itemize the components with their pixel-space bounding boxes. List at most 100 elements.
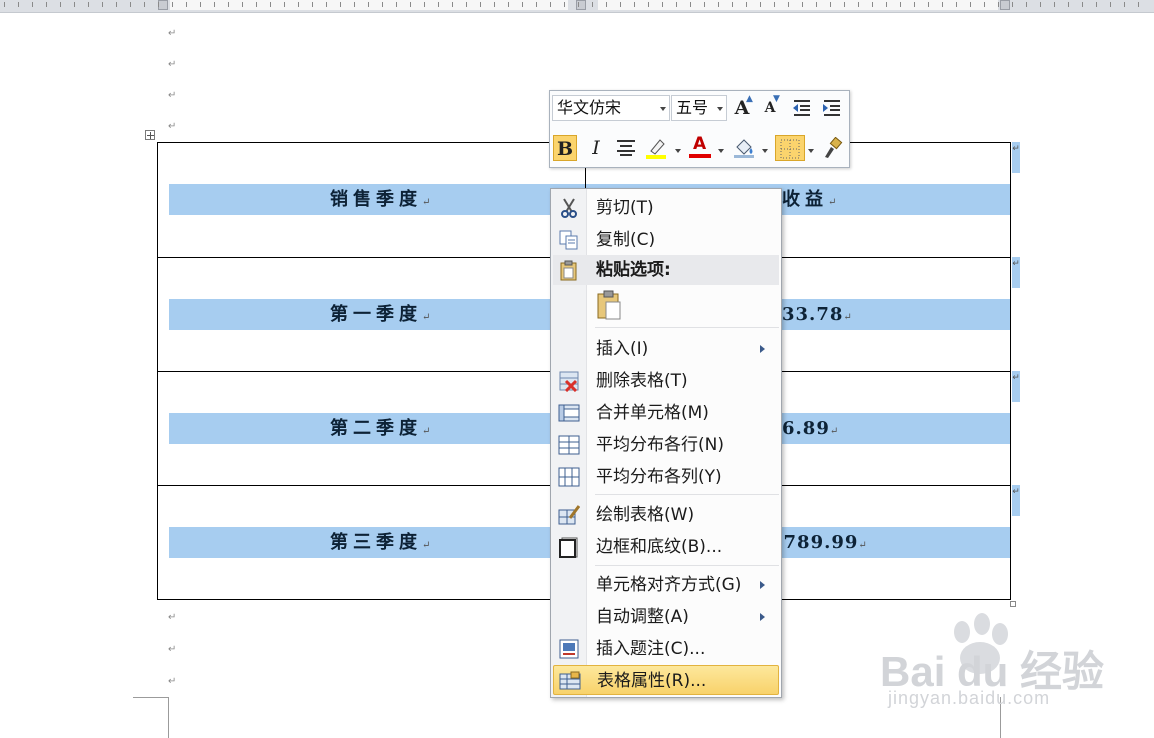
decrease-indent-icon (793, 100, 810, 116)
ruler-tick (368, 2, 369, 7)
center-align-button[interactable] (614, 135, 638, 161)
format-painter-button[interactable] (820, 135, 844, 161)
bold-button[interactable]: B (553, 135, 577, 161)
baidu-jingyan-watermark: Bai du 经验 jingyan.baidu.com (880, 610, 1150, 715)
draw-table-icon (558, 505, 580, 525)
highlighter-icon (646, 139, 666, 159)
ruler-tick (438, 2, 439, 7)
shrink-font-button[interactable]: A ▼ (758, 94, 782, 121)
ruler-tick (284, 2, 285, 7)
italic-button[interactable]: I (584, 135, 608, 161)
ruler-tick (956, 2, 957, 7)
table-resize-handle[interactable] (1010, 601, 1016, 607)
menu-item-cut[interactable]: 剪切(T) (553, 193, 779, 223)
chevron-down-icon[interactable] (675, 149, 681, 153)
menu-item-delete-table[interactable]: 删除表格(T) (553, 366, 779, 396)
font-name-combo[interactable]: 华文仿宋 (552, 95, 670, 121)
menu-item-label: 边框和底纹(B)... (596, 537, 723, 557)
cell-text: 第一季度 (330, 304, 422, 325)
paint-bucket-icon (734, 139, 754, 158)
ruler-tick (746, 2, 747, 7)
ruler-tick (872, 2, 873, 7)
ruler-tick (508, 2, 509, 7)
table-cell[interactable]: 6.89↵ (782, 413, 838, 444)
cell-text: 第二季度 (330, 418, 422, 439)
ruler-tick (732, 2, 733, 7)
menu-item-label: 复制(C) (596, 230, 656, 250)
increase-indent-button[interactable] (820, 95, 844, 121)
font-color-button[interactable]: A (688, 134, 712, 161)
ruler-tick (760, 2, 761, 7)
table-cell[interactable]: 33.78↵ (782, 299, 852, 330)
ruler-column-marker[interactable] (158, 0, 168, 10)
italic-icon: I (592, 137, 600, 159)
ruler-tick (564, 2, 565, 7)
ruler-tick (270, 2, 271, 7)
ruler-tick (102, 2, 103, 7)
bold-icon: B (556, 138, 574, 160)
menu-item-distribute-columns[interactable]: 平均分布各列(Y) (553, 462, 779, 492)
menu-item-table-properties[interactable]: 表格属性(R)... (553, 665, 779, 695)
borders-button[interactable] (775, 135, 805, 161)
font-color-bar (689, 154, 711, 158)
ruler-tick (704, 2, 705, 7)
shading-button[interactable] (732, 135, 756, 161)
menu-item-borders-shading[interactable]: 边框和底纹(B)... (553, 532, 779, 562)
grow-font-button[interactable]: A ▲ (730, 94, 754, 121)
ruler-tick (480, 2, 481, 7)
table-cell[interactable]: 第一季度↵ (330, 299, 430, 330)
menu-item-label: 绘制表格(W) (596, 505, 695, 525)
distribute-columns-icon (558, 467, 580, 487)
ruler-tick (844, 2, 845, 7)
ruler-tick (172, 2, 173, 7)
menu-item-distribute-rows[interactable]: 平均分布各行(N) (553, 430, 779, 460)
ruler-tick (4, 2, 5, 7)
ruler-tick (18, 2, 19, 7)
menu-item-merge-cells[interactable]: 合并单元格(M) (553, 398, 779, 428)
menu-item-insert-caption[interactable]: 插入题注(C)... (553, 634, 779, 664)
table-move-handle[interactable] (145, 130, 155, 140)
table-cell[interactable]: 8789.99↵ (770, 527, 867, 558)
table-cell[interactable]: 第二季度↵ (330, 413, 430, 444)
ruler-tick (46, 2, 47, 7)
ruler-cell-area-right (598, 0, 998, 10)
ruler-tick (858, 2, 859, 7)
highlight-button[interactable] (644, 135, 668, 161)
page-corner-mark (168, 697, 169, 738)
menu-item-label: 平均分布各行(N) (596, 435, 724, 455)
font-size-combo[interactable]: 五号 (671, 95, 727, 121)
table-cell[interactable]: 销售季度↵ (330, 184, 430, 215)
paragraph-mark: ↵ (168, 612, 177, 623)
paste-icon (560, 260, 577, 281)
table-cell[interactable]: 第三季度↵ (330, 527, 430, 558)
chevron-down-icon[interactable] (808, 149, 814, 153)
ruler-tick (536, 2, 537, 7)
menu-item-autofit[interactable]: 自动调整(A) (553, 602, 779, 632)
menu-item-insert[interactable]: 插入(I) (553, 334, 779, 364)
ruler-tick (788, 2, 789, 7)
horizontal-ruler[interactable] (0, 0, 1154, 13)
chevron-down-icon (660, 107, 666, 111)
menu-item-draw-table[interactable]: 绘制表格(W) (553, 500, 779, 530)
ruler-tick (984, 2, 985, 7)
ruler-tick (578, 2, 579, 7)
ruler-tick (774, 2, 775, 7)
ruler-tick (970, 2, 971, 7)
ruler-tick (60, 2, 61, 7)
table-cell[interactable]: 收益↵ (782, 184, 836, 215)
decrease-indent-button[interactable] (790, 95, 814, 121)
ruler-tick (942, 2, 943, 7)
ruler-column-marker[interactable] (1000, 0, 1010, 10)
ruler-tick (88, 2, 89, 7)
paste-option-button[interactable] (595, 289, 623, 321)
chevron-down-icon[interactable] (718, 149, 724, 153)
ruler-tick (228, 2, 229, 7)
ruler-tick (32, 2, 33, 7)
chevron-down-icon[interactable] (762, 149, 768, 153)
paragraph-mark: ↵ (168, 28, 177, 39)
ruler-tick (648, 2, 649, 7)
menu-item-copy[interactable]: 复制(C) (553, 225, 779, 255)
ruler-tick (634, 2, 635, 7)
menu-item-cell-alignment[interactable]: 单元格对齐方式(G) (553, 570, 779, 600)
paragraph-mark: ↵ (828, 197, 837, 208)
